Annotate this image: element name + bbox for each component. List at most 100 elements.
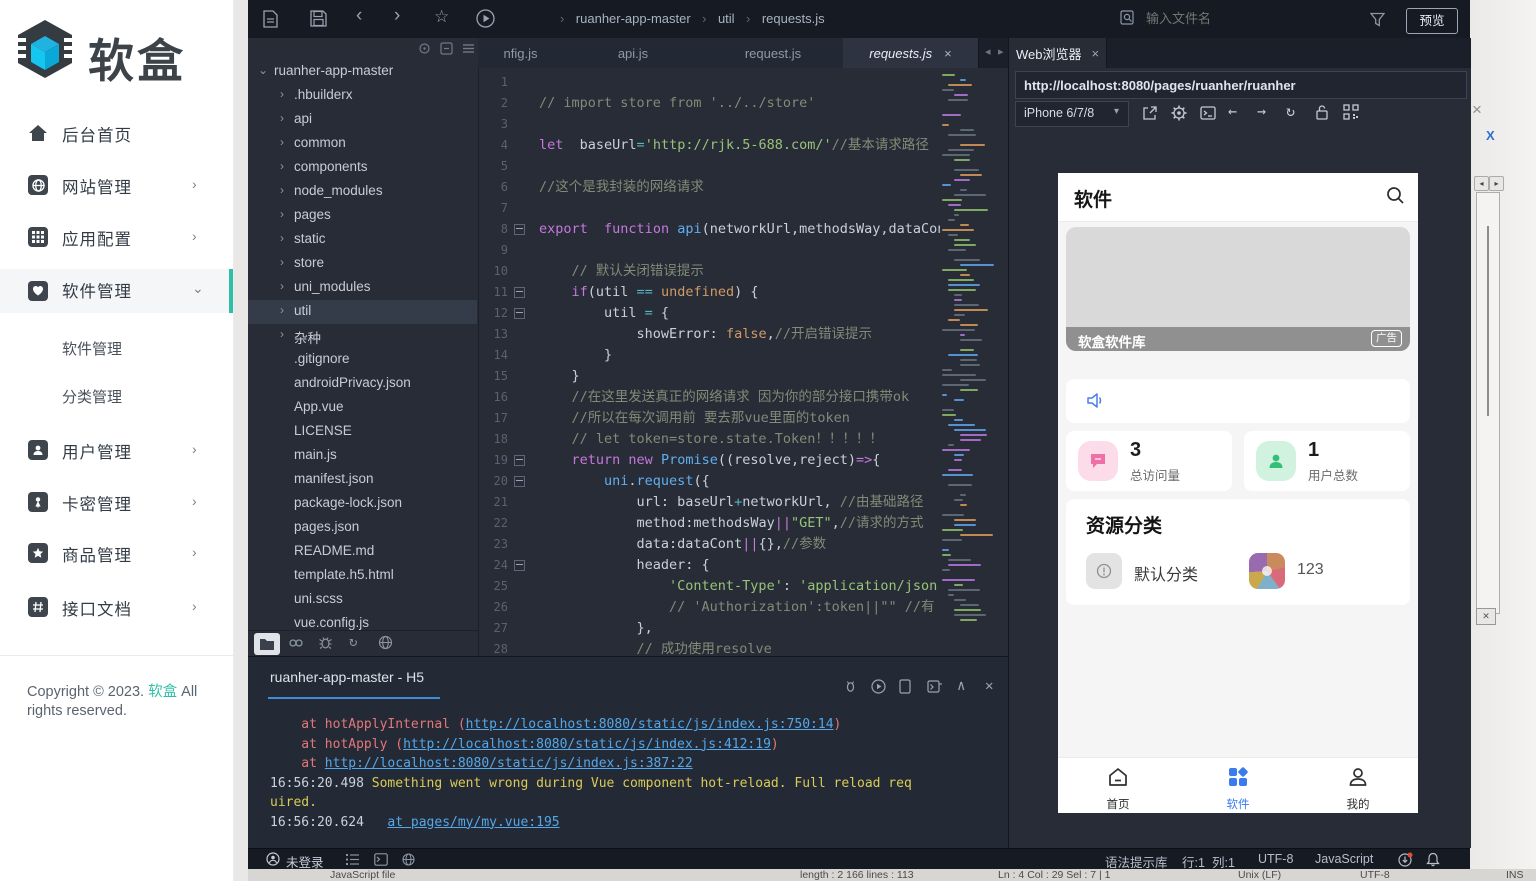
tree-item[interactable]: App.vue — [248, 396, 477, 420]
code-line[interactable]: 16//在这里发送真正的网络请求 因为你的部分接口携带ok — [478, 387, 940, 408]
fold-marker-icon[interactable] — [514, 287, 525, 298]
search-icon[interactable] — [1386, 186, 1405, 210]
console-link[interactable]: at pages/my/my.vue:195 — [387, 815, 559, 830]
console-link[interactable]: http://localhost:8080/static/js/index.js… — [466, 717, 834, 732]
reload-icon[interactable]: ↻ — [1286, 102, 1295, 120]
tree-item[interactable]: manifest.json — [248, 468, 477, 492]
category-item-123[interactable]: 123 — [1249, 553, 1389, 593]
tree-item[interactable]: ›.hbuilderx — [248, 84, 477, 108]
code-line[interactable]: 17//所以在每次调用前 要去那vue里面的token — [478, 408, 940, 429]
language-status[interactable]: JavaScript — [1315, 852, 1373, 866]
sidebar-item-home[interactable]: 后台首页 — [0, 113, 233, 153]
preview-url-input[interactable] — [1015, 71, 1467, 99]
tab-api-js[interactable]: api.js — [563, 38, 704, 68]
lock-icon[interactable] — [1315, 104, 1329, 125]
tree-item[interactable]: ›static — [248, 228, 477, 252]
code-editor[interactable]: 12// import store from '../../store'34le… — [478, 72, 940, 656]
code-line[interactable]: 1 — [478, 72, 940, 93]
tab-close-icon[interactable]: × — [944, 46, 952, 61]
code-line[interactable]: 19return new Promise((resolve,reject)=>{ — [478, 450, 940, 471]
code-line[interactable]: 13showError: false,//开启错误提示 — [478, 324, 940, 345]
code-line[interactable]: 3 — [478, 114, 940, 135]
code-line[interactable]: 9 — [478, 240, 940, 261]
tree-root[interactable]: ⌄ruanher-app-master — [248, 60, 477, 84]
banner-ad[interactable]: 软盒软件库 广告 — [1066, 227, 1410, 351]
console-link[interactable]: http://localhost:8080/static/js/index.js… — [403, 737, 771, 752]
code-line[interactable]: 28// 成功使用resolve — [478, 639, 940, 656]
tree-item[interactable]: ›api — [248, 108, 477, 132]
tree-item[interactable]: README.md — [248, 540, 477, 564]
run-icon[interactable] — [476, 9, 495, 33]
tab-scroll-left-icon[interactable]: ◂ — [985, 45, 991, 58]
code-line[interactable]: 2// import store from '../../store' — [478, 93, 940, 114]
preview-tab-close-icon[interactable]: × — [1091, 46, 1099, 61]
tab-web-browser[interactable]: Web浏览器 × — [1009, 38, 1107, 68]
scroll-left-button[interactable]: ◂ — [1474, 176, 1489, 191]
console-run-icon[interactable] — [871, 679, 886, 697]
code-line[interactable]: 7 — [478, 198, 940, 219]
tree-item[interactable]: ›node_modules — [248, 180, 477, 204]
device-select[interactable]: iPhone 6/7/8 ▾ — [1015, 101, 1129, 127]
explorer-menu-icon[interactable] — [462, 42, 475, 60]
save-icon[interactable] — [310, 10, 327, 32]
sidebar-item-users[interactable]: 用户管理 › — [0, 430, 233, 470]
code-line[interactable]: 25'Content-Type': 'application/json' — [478, 576, 940, 597]
code-line[interactable]: 22method:methodsWay||"GET",//请求的方式 — [478, 513, 940, 534]
breadcrumb-file[interactable]: requests.js — [762, 11, 825, 26]
file-search-input[interactable] — [1144, 7, 1358, 31]
breadcrumb-project[interactable]: ruanher-app-master — [576, 11, 691, 26]
code-line[interactable]: 4let baseUrl='http://rjk.5-688.com/'//基本… — [478, 135, 940, 156]
tree-item[interactable]: pages.json — [248, 516, 477, 540]
tree-item[interactable]: template.h5.html — [248, 564, 477, 588]
app-tab-software[interactable]: 软件 — [1198, 766, 1278, 812]
code-line[interactable]: 21url: baseUrl+networkUrl, //由基础路径 — [478, 492, 940, 513]
notice-bar[interactable] — [1066, 379, 1410, 423]
nav-back-icon[interactable]: ← — [1228, 102, 1237, 120]
console-clear-icon[interactable]: ✕ — [985, 678, 993, 694]
tab-request-js[interactable]: request.js — [703, 38, 844, 68]
tree-item[interactable]: main.js — [248, 444, 477, 468]
sidebar-item-api-docs[interactable]: 接口文档 › — [0, 587, 233, 627]
console-device-icon[interactable] — [899, 679, 911, 697]
sidebar-subitem-software-manage[interactable]: 软件管理 — [0, 330, 233, 366]
locate-file-icon[interactable] — [418, 42, 431, 60]
filter-icon[interactable] — [1370, 12, 1385, 32]
code-line[interactable]: 23data:dataCont||{},//参数 — [478, 534, 940, 555]
code-line[interactable]: 24header: { — [478, 555, 940, 576]
app-tab-mine[interactable]: 我的 — [1318, 766, 1398, 812]
tree-item[interactable]: LICENSE — [248, 420, 477, 444]
open-external-icon[interactable] — [1142, 105, 1158, 126]
tree-item[interactable]: ›common — [248, 132, 477, 156]
tree-item[interactable]: ›uni_modules — [248, 276, 477, 300]
console-terminal-icon[interactable] — [927, 679, 942, 697]
forward-icon[interactable]: › — [394, 5, 400, 27]
favorite-icon[interactable]: ☆ — [434, 7, 449, 27]
settings-gear-icon[interactable] — [1171, 105, 1187, 126]
background-scrollbar[interactable] — [1476, 192, 1500, 614]
code-line[interactable]: 27}, — [478, 618, 940, 639]
sidebar-item-software[interactable]: 软件管理 ⌄ — [0, 269, 233, 313]
tab-scroll-right-icon[interactable]: ▸ — [998, 45, 1004, 58]
tree-item[interactable]: ›util — [248, 300, 477, 324]
qr-code-icon[interactable] — [1343, 104, 1359, 125]
console-debug-icon[interactable] — [843, 679, 858, 697]
tree-item[interactable]: .gitignore — [248, 348, 477, 372]
copyright-brand-link[interactable]: 软盒 — [148, 684, 177, 700]
scroll-right-button[interactable]: ▸ — [1489, 176, 1504, 191]
fold-marker-icon[interactable] — [514, 476, 525, 487]
nav-forward-icon[interactable]: → — [1257, 102, 1266, 120]
code-line[interactable]: 5 — [478, 156, 940, 177]
tree-item[interactable]: ›pages — [248, 204, 477, 228]
fold-marker-icon[interactable] — [514, 455, 525, 466]
tree-item[interactable]: ›components — [248, 156, 477, 180]
code-line[interactable]: 14} — [478, 345, 940, 366]
preview-button[interactable]: 预览 — [1406, 8, 1458, 34]
code-line[interactable]: 8export function api(networkUrl,methodsW… — [478, 219, 940, 240]
fold-marker-icon[interactable] — [514, 224, 525, 235]
console-link[interactable]: http://localhost:8080/static/js/index.js… — [325, 756, 693, 771]
code-line[interactable]: 26// 'Authorization':token||"" //有 — [478, 597, 940, 618]
tab-config-js[interactable]: nfig.js — [478, 38, 564, 68]
web-tool-icon[interactable] — [378, 635, 393, 655]
code-line[interactable]: 10// 默认关闭错误提示 — [478, 261, 940, 282]
sync-tool-icon[interactable]: ↻ — [349, 634, 357, 650]
